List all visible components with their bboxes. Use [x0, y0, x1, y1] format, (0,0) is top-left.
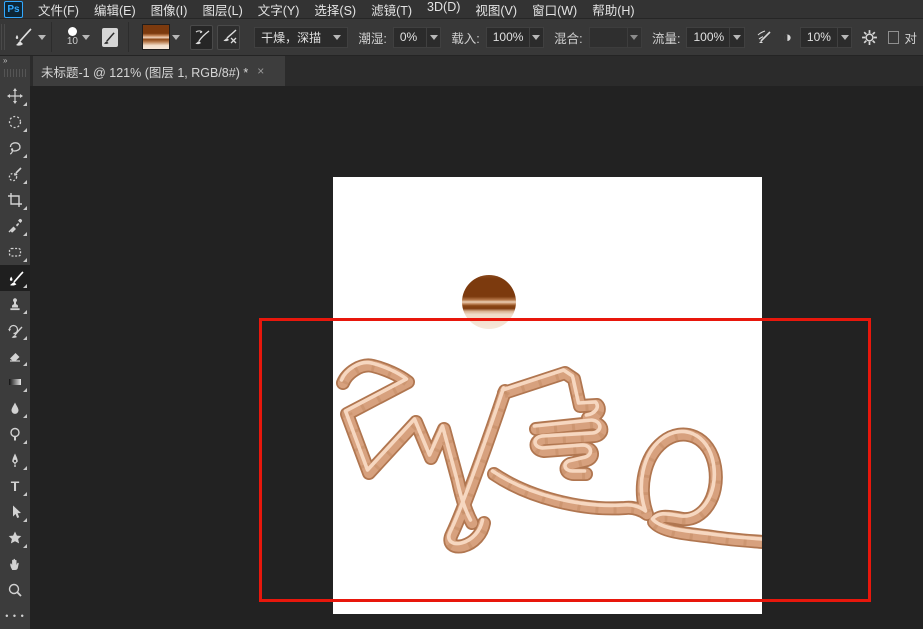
tool-more[interactable]: • • •	[0, 603, 30, 629]
brush-size-value: 10	[67, 37, 78, 47]
wet-dropdown[interactable]	[427, 27, 441, 48]
menu-select[interactable]: 选择(S)	[314, 0, 356, 19]
collapse-tools-panel-chevrons-icon[interactable]: »	[0, 56, 30, 66]
tool-type[interactable]: T	[0, 473, 30, 499]
menu-view[interactable]: 视图(V)	[475, 0, 517, 19]
photoshop-window: Ps 文件(F) 编辑(E) 图像(I) 图层(L) 文字(Y) 选择(S) 滤…	[0, 0, 923, 629]
menu-3d[interactable]: 3D(D)	[427, 0, 460, 19]
mix-dropdown	[628, 27, 642, 48]
chevron-down-icon	[630, 35, 638, 40]
load-dropdown[interactable]	[530, 27, 544, 48]
flow-label: 流量:	[652, 28, 680, 47]
tools-panel-grip[interactable]	[4, 69, 26, 77]
smoothing-input[interactable]: 10%	[800, 27, 838, 48]
pen-pressure-size-icon[interactable]: ◑	[783, 29, 792, 46]
combo-value: 干燥，深描	[261, 29, 321, 46]
flow-dropdown[interactable]	[730, 27, 744, 48]
menu-filter[interactable]: 滤镜(T)	[371, 0, 412, 19]
document-tab-bar: 未标题-1 @ 121% (图层 1, RGB/8#) * ×	[30, 56, 923, 86]
mixer-brush-tool-icon[interactable]	[12, 27, 46, 47]
tool-elliptical-marquee[interactable]	[0, 109, 30, 135]
chevron-down-icon	[333, 35, 341, 40]
tool-patch-healing[interactable]	[0, 239, 30, 265]
red-highlight-rectangle	[259, 318, 871, 602]
useful-combinations-select[interactable]: 干燥，深描	[254, 27, 348, 48]
tool-pen[interactable]	[0, 447, 30, 473]
load-label: 载入:	[451, 28, 479, 47]
document-tab[interactable]: 未标题-1 @ 121% (图层 1, RGB/8#) * ×	[33, 56, 285, 86]
chevron-down-icon	[841, 35, 849, 40]
wet-input[interactable]: 0%	[393, 27, 427, 48]
chevron-down-icon	[532, 35, 540, 40]
load-input[interactable]: 100%	[486, 27, 530, 48]
chevron-down-icon	[38, 35, 46, 40]
brush-tip-dot-icon	[68, 27, 77, 36]
tools-panel: »	[0, 56, 30, 629]
tool-gradient[interactable]	[0, 369, 30, 395]
menu-layer[interactable]: 图层(L)	[202, 0, 242, 19]
menu-window[interactable]: 窗口(W)	[532, 0, 577, 19]
tool-dodge[interactable]	[0, 421, 30, 447]
tool-history-brush[interactable]	[0, 317, 30, 343]
menu-help[interactable]: 帮助(H)	[592, 0, 634, 19]
brush-preset-picker[interactable]: 10	[67, 27, 78, 47]
menu-file[interactable]: 文件(F)	[38, 0, 79, 19]
mix-label: 混合:	[554, 28, 582, 47]
tool-eraser[interactable]	[0, 343, 30, 369]
tool-quick-selection[interactable]	[0, 161, 30, 187]
clean-brush-after-stroke-button[interactable]	[217, 25, 240, 50]
tool-crop[interactable]	[0, 187, 30, 213]
more-tools-ellipsis-icon: • • •	[5, 611, 24, 621]
sample-all-layers-label: 对	[904, 28, 917, 47]
menu-edit[interactable]: 编辑(E)	[94, 0, 136, 19]
toggle-brush-settings-panel-button[interactable]	[102, 28, 118, 47]
wet-label: 潮湿:	[358, 28, 386, 47]
menu-bar: Ps 文件(F) 编辑(E) 图像(I) 图层(L) 文字(Y) 选择(S) 滤…	[0, 0, 923, 19]
tool-hand[interactable]	[0, 551, 30, 577]
close-tab-icon[interactable]: ×	[257, 64, 264, 78]
smoothing-dropdown[interactable]	[838, 27, 852, 48]
load-brush-after-stroke-button[interactable]	[190, 25, 213, 50]
options-grip	[1, 24, 6, 50]
menu-type[interactable]: 文字(Y)	[258, 0, 300, 19]
tool-zoom[interactable]	[0, 577, 30, 603]
tool-options-bar: 10 干燥，深描	[0, 19, 923, 56]
chevron-down-icon	[733, 35, 741, 40]
divider	[128, 22, 129, 52]
flow-input[interactable]: 100%	[686, 27, 730, 48]
tool-path-selection[interactable]	[0, 499, 30, 525]
document-tab-title: 未标题-1 @ 121% (图层 1, RGB/8#) *	[41, 62, 248, 81]
tool-move[interactable]	[0, 83, 30, 109]
airbrush-icon[interactable]	[755, 29, 775, 45]
tool-clone-stamp[interactable]	[0, 291, 30, 317]
tool-lasso[interactable]	[0, 135, 30, 161]
tool-eyedropper[interactable]	[0, 213, 30, 239]
divider	[51, 22, 52, 52]
photoshop-logo: Ps	[4, 1, 23, 18]
smoothing-gear-icon[interactable]	[861, 29, 878, 46]
chevron-down-icon[interactable]	[82, 35, 90, 40]
current-brush-load-swatch[interactable]	[142, 24, 171, 50]
chevron-down-icon	[430, 35, 438, 40]
menu-items: 文件(F) 编辑(E) 图像(I) 图层(L) 文字(Y) 选择(S) 滤镜(T…	[38, 0, 635, 19]
mix-input	[589, 27, 628, 48]
sample-all-layers-checkbox[interactable]	[888, 31, 899, 44]
tool-mixer-brush[interactable]	[0, 265, 30, 291]
type-tool-glyph: T	[11, 479, 20, 493]
chevron-down-icon[interactable]	[172, 35, 180, 40]
tool-custom-shape[interactable]	[0, 525, 30, 551]
tool-blur[interactable]	[0, 395, 30, 421]
menu-image[interactable]: 图像(I)	[151, 0, 188, 19]
